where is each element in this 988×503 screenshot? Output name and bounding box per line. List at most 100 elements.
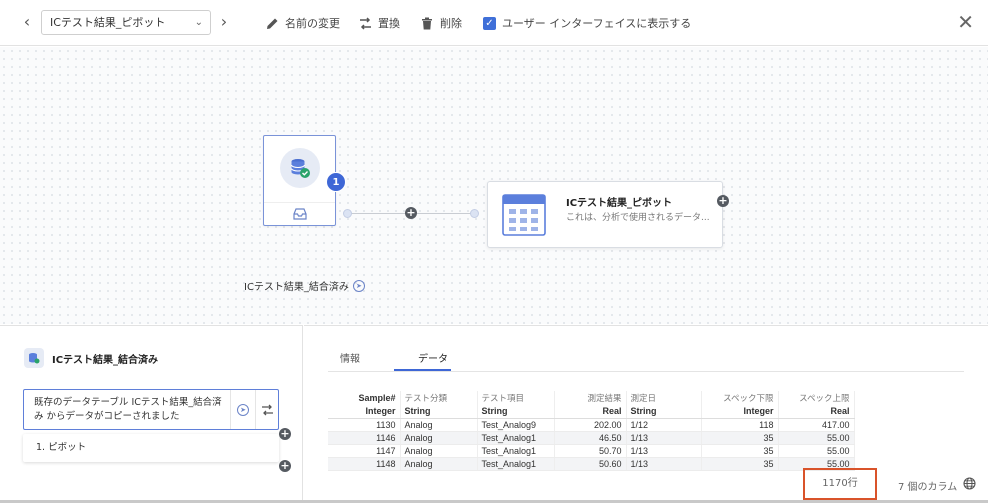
table-row: 1146 Analog Test_Analog1 46.50 1/13 35 5… <box>328 431 855 445</box>
navigate-icon[interactable]: ➤ <box>352 279 365 292</box>
rename-button[interactable]: 名前の変更 <box>265 14 340 32</box>
dataset-icon <box>24 348 44 368</box>
chevron-right-icon[interactable]: › <box>216 14 232 30</box>
add-step-icon[interactable]: + <box>405 207 417 219</box>
column-type: Real <box>554 405 627 419</box>
swap-icon <box>262 404 273 415</box>
column-header[interactable]: Sample# <box>328 391 401 405</box>
table-cell: Analog <box>400 444 478 458</box>
insert-step-icon[interactable]: + <box>279 428 291 440</box>
source-node-label: ICテスト結果_結合済み ➤ <box>244 278 365 293</box>
table-cell: Test_Analog1 <box>477 457 555 471</box>
tab-data[interactable]: データ <box>418 350 448 365</box>
add-output-icon[interactable]: + <box>717 195 729 207</box>
table-icon <box>502 194 546 236</box>
top-toolbar: ‹ ICテスト結果_ピボット ⌄ › 名前の変更 置換 削除 ✓ ユーザー イン… <box>0 0 988 46</box>
tabs-divider <box>328 371 964 372</box>
recipe-steps-panel: ICテスト結果_結合済み 既存のデータテーブル ICテスト結果_結合済み からデ… <box>0 325 303 500</box>
table-cell: 35 <box>701 431 779 445</box>
table-cell: 55.00 <box>778 444 855 458</box>
pencil-icon <box>265 16 279 30</box>
navigate-source-button[interactable]: ➤ <box>230 390 255 429</box>
table-row: 1148 Analog Test_Analog1 50.60 1/13 35 5… <box>328 457 855 471</box>
input-port[interactable] <box>470 209 479 218</box>
table-cell: 50.60 <box>554 457 627 471</box>
column-type: Integer <box>701 405 779 419</box>
column-count: 7 個のカラム <box>898 482 958 493</box>
chevron-down-icon: ⌄ <box>194 17 203 28</box>
delete-button[interactable]: 削除 <box>420 14 462 32</box>
source-step[interactable]: 既存のデータテーブル ICテスト結果_結合済み からデータがコピーされました ➤ <box>23 389 279 430</box>
panel-title: ICテスト結果_結合済み <box>24 348 158 368</box>
table-cell: Test_Analog1 <box>477 431 555 445</box>
show-in-ui-toggle[interactable]: ✓ ユーザー インターフェイスに表示する <box>483 14 691 32</box>
column-header[interactable]: スペック下限 <box>701 391 779 405</box>
replace-icon <box>358 16 372 30</box>
column-type: Real <box>778 405 855 419</box>
tab-info[interactable]: 情報 <box>340 350 360 365</box>
replace-label: 置換 <box>378 17 400 30</box>
pivot-step[interactable]: 1. ピボット <box>23 434 279 462</box>
source-node-name: ICテスト結果_結合済み <box>244 282 349 293</box>
table-cell: 35 <box>701 457 779 471</box>
table-cell: 1/13 <box>626 431 702 445</box>
table-cell: 50.70 <box>554 444 627 458</box>
table-cell: 46.50 <box>554 431 627 445</box>
show-in-ui-label: ユーザー インターフェイスに表示する <box>502 17 692 30</box>
table-cell: 1/13 <box>626 444 702 458</box>
panel-title-text: ICテスト結果_結合済み <box>52 354 159 366</box>
column-header[interactable]: テスト分類 <box>400 391 478 405</box>
pivot-node-title: ICテスト結果_ピボット <box>566 198 673 209</box>
row-count: 1170行 <box>803 468 877 500</box>
table-cell: Analog <box>400 418 478 432</box>
database-icon <box>280 148 320 188</box>
output-port[interactable] <box>343 209 352 218</box>
table-cell: Analog <box>400 457 478 471</box>
table-cell: Test_Analog1 <box>477 444 555 458</box>
table-cell: 1148 <box>328 457 401 471</box>
column-header[interactable]: テスト項目 <box>477 391 555 405</box>
replace-button[interactable]: 置換 <box>358 14 400 32</box>
append-step-icon[interactable]: + <box>279 460 291 472</box>
table-cell: Analog <box>400 431 478 445</box>
table-cell: 118 <box>701 418 779 432</box>
table-cell: 417.00 <box>778 418 855 432</box>
table-cell: 55.00 <box>778 431 855 445</box>
data-preview[interactable]: Sample# テスト分類 テスト項目 測定結果 測定日 スペック下限 スペック… <box>328 391 864 471</box>
column-header[interactable]: 測定日 <box>626 391 702 405</box>
data-table: Sample# テスト分類 テスト項目 測定結果 測定日 スペック下限 スペック… <box>328 391 855 471</box>
inbox-icon <box>293 208 307 220</box>
table-row: 1147 Analog Test_Analog1 50.70 1/13 35 5… <box>328 444 855 458</box>
table-cell: 1130 <box>328 418 401 432</box>
table-row: 1130 Analog Test_Analog9 202.00 1/12 118… <box>328 418 855 432</box>
show-in-ui-checkbox[interactable]: ✓ <box>483 16 496 30</box>
table-cell: 202.00 <box>554 418 627 432</box>
replace-source-button[interactable] <box>255 390 279 429</box>
globe-icon[interactable] <box>963 477 976 490</box>
source-step-text: 既存のデータテーブル ICテスト結果_結合済み からデータがコピーされました <box>34 397 222 422</box>
close-icon[interactable]: ✕ <box>957 11 974 33</box>
flow-canvas[interactable]: 1 ICテスト結果_結合済み ➤ + ICテスト結果_ピボット これは、分析で使… <box>0 47 988 324</box>
step-count-badge: 1 <box>326 172 346 192</box>
column-type: String <box>400 405 478 419</box>
column-header[interactable]: スペック上限 <box>778 391 855 405</box>
navigate-icon: ➤ <box>237 403 249 416</box>
column-type: String <box>626 405 702 419</box>
column-header[interactable]: 測定結果 <box>554 391 627 405</box>
pivot-node-description: これは、分析で使用されるデータ... <box>566 213 710 223</box>
pivot-node[interactable]: ICテスト結果_ピボット これは、分析で使用されるデータ... <box>487 181 723 248</box>
table-cell: 1146 <box>328 431 401 445</box>
table-cell: Test_Analog9 <box>477 418 555 432</box>
recipe-selector-value: ICテスト結果_ピボット <box>50 16 166 29</box>
node-divider <box>264 202 335 203</box>
recipe-selector[interactable]: ICテスト結果_ピボット ⌄ <box>41 10 211 35</box>
table-cell: 1/13 <box>626 457 702 471</box>
column-type: Integer <box>328 405 401 419</box>
delete-label: 削除 <box>440 17 462 30</box>
table-cell: 35 <box>701 444 779 458</box>
chevron-left-icon[interactable]: ‹ <box>19 14 35 30</box>
rename-label: 名前の変更 <box>285 17 340 30</box>
column-type: String <box>477 405 555 419</box>
preview-panel: 情報 データ Sample# テスト分類 テスト項目 測定結果 測定日 スペック… <box>304 325 988 500</box>
trash-icon <box>420 16 434 30</box>
